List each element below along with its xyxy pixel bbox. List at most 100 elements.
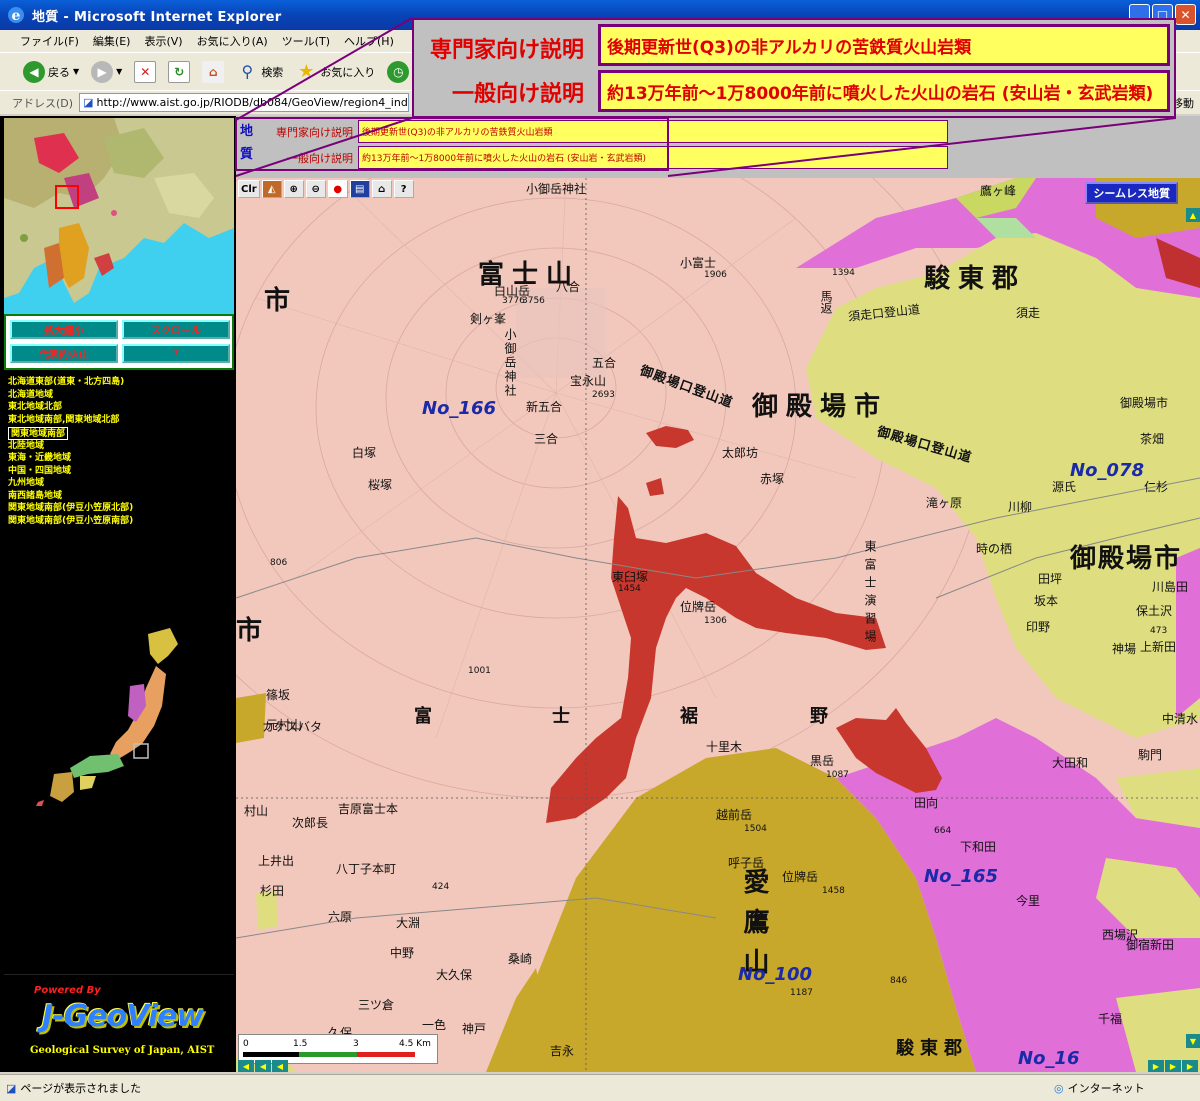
region-item[interactable]: 中国・四国地域 <box>8 465 234 478</box>
pan-left-icon[interactable]: ◀ <box>272 1060 288 1072</box>
place-label: 御殿場市 <box>1120 396 1169 410</box>
place-label: 下和田 <box>960 840 997 854</box>
region-item[interactable]: 九州地域 <box>8 477 234 490</box>
place-label: 御殿場市 <box>1070 544 1183 574</box>
menu-edit[interactable]: 編集(E) <box>93 33 131 49</box>
place-label: 駒門 <box>1138 748 1163 762</box>
general-text-extra <box>668 146 948 169</box>
forward-dropdown-icon[interactable]: ▼ <box>116 67 122 76</box>
place-label: 赤塚 <box>760 472 785 486</box>
place-label: 鷹ヶ峰 <box>980 184 1017 198</box>
geologic-map[interactable]: Clr ◭ ⊕ ⊖ ● ▤ ⌂ ? シームレス地質 富士山 御殿場市 駿東郡 御… <box>236 178 1200 1072</box>
address-input[interactable]: ◪ http://www.aist.go.jp/RIODB/db084/GeoV… <box>79 93 410 112</box>
home-icon[interactable]: ⌂ <box>371 180 392 198</box>
pan-tool-icon[interactable]: ◭ <box>261 180 282 198</box>
back-button[interactable]: ◀ 戻る ▼ <box>20 57 82 87</box>
elevation-label: 1454 <box>618 584 641 594</box>
stop-button[interactable]: ✕ <box>131 57 159 87</box>
pan-left-icon[interactable]: ◀ <box>255 1060 271 1072</box>
status-bar: ◪ ページが表示されました ◎ インターネット <box>0 1074 1200 1101</box>
help-icon[interactable]: ? <box>393 180 414 198</box>
map-vertical-nav: ▲ ▼ <box>1186 208 1200 1048</box>
zoom-in-icon[interactable]: ⊕ <box>283 180 304 198</box>
callout-general-text: 約13万年前〜1万8000年前に噴火した火山の岩石 (安山岩・玄武岩類) <box>598 70 1170 112</box>
close-button[interactable]: ✕ <box>1175 4 1196 25</box>
elevation-label: 1394 <box>832 268 855 278</box>
pan-right-icon[interactable]: ▶ <box>1182 1060 1198 1072</box>
back-dropdown-icon[interactable]: ▼ <box>73 67 79 76</box>
menu-view[interactable]: 表示(V) <box>144 33 182 49</box>
security-zone: ◎ インターネット <box>1054 1080 1145 1096</box>
elevation-label: 806 <box>270 558 288 568</box>
place-label: 須走 <box>1016 306 1041 320</box>
english-flag-icon[interactable]: ▤ <box>349 180 370 198</box>
history-button[interactable]: ◷ <box>384 57 412 87</box>
history-icon: ◷ <box>387 60 410 83</box>
elevation-label: 424 <box>432 882 450 892</box>
status-text: ページが表示されました <box>20 1082 142 1095</box>
elevation-label: 1458 <box>822 886 845 896</box>
map-bottom-nav-left: ◀ ◀ ◀ <box>238 1060 288 1072</box>
menu-tools[interactable]: ツール(T) <box>282 33 330 49</box>
volcano-button[interactable]: 代表的火山 <box>10 344 118 363</box>
place-label: 田向 <box>914 796 939 810</box>
japan-index-map[interactable] <box>30 626 180 806</box>
pan-down-icon[interactable]: ▼ <box>1186 1034 1200 1048</box>
back-arrow-icon: ◀ <box>23 60 45 83</box>
place-label: 位牌岳 <box>782 870 819 884</box>
general-text: 約13万年前〜1万8000年前に噴火した火山の岩石 (安山岩・玄武岩類) <box>358 146 668 169</box>
favorites-button[interactable]: ★ お気に入り <box>292 57 378 87</box>
place-label: 川島田 <box>1152 580 1189 594</box>
region-item[interactable]: 東海・近畿地域 <box>8 452 234 465</box>
place-label: 三合 <box>534 432 559 446</box>
region-item[interactable]: 北陸地域 <box>8 440 234 453</box>
zoom-button[interactable]: 拡大縮小 <box>10 320 118 339</box>
help-button[interactable]: ? <box>122 344 230 363</box>
elevation-label: 1087 <box>826 770 849 780</box>
elevation-label: 473 <box>1150 626 1168 636</box>
menu-help[interactable]: ヘルプ(H) <box>344 33 394 49</box>
elevation-label: 2693 <box>592 390 615 400</box>
menu-favorites[interactable]: お気に入り(A) <box>197 33 268 49</box>
pan-up-icon[interactable]: ▲ <box>1186 208 1200 222</box>
pan-left-icon[interactable]: ◀ <box>238 1060 254 1072</box>
place-label: 小富士 <box>680 256 717 270</box>
region-item[interactable]: 東北地域南部,関東地域北部 <box>8 414 234 427</box>
elevation-label: 1306 <box>704 616 727 626</box>
search-button[interactable]: ⚲ 検索 <box>233 57 286 87</box>
pan-right-icon[interactable]: ▶ <box>1148 1060 1164 1072</box>
pan-right-icon[interactable]: ▶ <box>1165 1060 1181 1072</box>
menu-file[interactable]: ファイル(F) <box>20 33 79 49</box>
region-item[interactable]: 北海道東部(道東・北方四島) <box>8 376 234 389</box>
jgeoview-logo: Powered By J-GeoView Geological Survey o… <box>4 974 234 1072</box>
scroll-button[interactable]: スクロール <box>122 320 230 339</box>
japan-flag-icon[interactable]: ● <box>327 180 348 198</box>
region-item[interactable]: 関東地域南部(伊豆小笠原南部) <box>8 515 234 528</box>
place-label: 一色 <box>422 1018 447 1032</box>
region-item[interactable]: 北海道地域 <box>8 389 234 402</box>
place-label: 桑崎 <box>508 952 533 966</box>
expert-text-extra <box>668 120 948 143</box>
clear-button[interactable]: Clr <box>238 180 260 198</box>
favorites-label: お気に入り <box>320 65 376 79</box>
refresh-button[interactable]: ↻ <box>165 57 193 87</box>
place-label: 次郎長 <box>292 816 329 830</box>
place-label: 新五合 <box>526 400 563 414</box>
forward-button[interactable]: ▶ ▼ <box>88 57 125 87</box>
home-button[interactable]: ⌂ <box>199 57 227 87</box>
zoom-out-icon[interactable]: ⊖ <box>305 180 326 198</box>
window-title: 地質 - Microsoft Internet Explorer <box>32 9 282 25</box>
place-label: 千福 <box>1098 1012 1123 1026</box>
region-item-selected[interactable]: 関東地域南部 <box>8 427 69 440</box>
powered-by: Powered By <box>34 985 101 996</box>
scale-segment <box>299 1052 357 1057</box>
place-label: 滝ヶ原 <box>926 496 963 510</box>
region-item[interactable]: 関東地域南部(伊豆小笠原北部) <box>8 502 234 515</box>
seamless-map-button[interactable]: シームレス地質 <box>1085 182 1178 204</box>
region-item[interactable]: 南西諸島地域 <box>8 490 234 503</box>
elevation-label: 846 <box>890 976 908 986</box>
place-label: 太郎坊 <box>722 446 759 460</box>
scale-tick: 4.5 Km <box>399 1039 431 1049</box>
overview-map[interactable] <box>4 118 234 314</box>
region-item[interactable]: 東北地域北部 <box>8 401 234 414</box>
